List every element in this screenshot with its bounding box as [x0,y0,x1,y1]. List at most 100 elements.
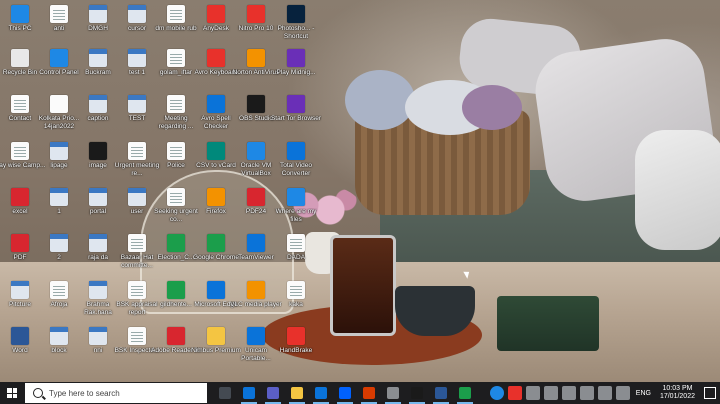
window-icon [89,95,107,113]
desktop-icon[interactable]: Where are my files [270,186,322,234]
window-icon [50,327,68,345]
nitro-icon [247,5,265,23]
document-icon [11,95,29,113]
pdf24-icon [247,188,265,206]
window-icon [89,5,107,23]
edge-icon [207,281,225,299]
document-icon [167,5,185,23]
teams-icon[interactable] [261,382,285,404]
word-icon [11,327,29,345]
obs-icon [247,95,265,113]
screen-sketch-icon[interactable] [381,382,405,404]
spreadsheet-icon [50,95,68,113]
wallpaper-yarn [345,70,415,130]
taskbar-pinned-apps [213,382,477,404]
clock-date: 17/01/2022 [659,393,695,400]
wifi-tray-icon[interactable] [579,386,594,400]
battery-tray-icon[interactable] [543,386,558,400]
tor-icon [287,95,305,113]
window-icon [89,327,107,345]
nimbus-icon [207,327,225,345]
system-tray: ENG 10:03 PM 17/01/2022 [488,382,720,404]
window-icon [89,188,107,206]
notification-center-icon[interactable] [704,387,716,399]
wallpaper-book [497,296,599,351]
file-explorer-icon[interactable] [285,382,309,404]
spreadsheet-icon [167,234,185,252]
document-icon [167,142,185,160]
document-icon [50,5,68,23]
game-icon [287,49,305,67]
desktop-icon[interactable]: DADA [270,232,322,280]
dropbox-icon[interactable] [333,382,357,404]
clock[interactable]: 10:03 PM 17/01/2022 [660,385,695,401]
video-converter-icon [287,142,305,160]
volume-tray-icon[interactable] [597,386,612,400]
window-icon [50,234,68,252]
document-icon [128,142,146,160]
desktop-icon[interactable]: HandBrake [270,325,322,373]
chrome-taskbar-icon[interactable] [453,382,477,404]
obs-taskbar-icon[interactable] [405,382,429,404]
help-tray-icon[interactable] [489,386,504,400]
desktop-icon-label: Where are my files [275,208,317,223]
document-icon [11,142,29,160]
window-icon [50,142,68,160]
wallpaper-yarn [462,85,522,130]
spell-checker-icon [207,95,225,113]
edge-taskbar-icon[interactable] [237,382,261,404]
desktop-icon-label: kaka [289,301,303,308]
desktop-icon[interactable]: Start Tor Browser [270,93,322,141]
document-icon [128,234,146,252]
document-icon [167,49,185,67]
window-icon [128,95,146,113]
window-icon [128,188,146,206]
document-icon [128,327,146,345]
window-icon [89,234,107,252]
document-icon [287,281,305,299]
desktop-icon-label: HandBrake [279,347,313,354]
speaker-tray-icon[interactable] [615,386,630,400]
windows-logo-icon [7,388,17,398]
this-pc-icon [11,5,29,23]
desktop-icon[interactable]: Total Video Converter [270,140,322,188]
desktop-icon-label: Photosho... - Shortcut [277,25,315,40]
adobe-reader-icon [167,327,185,345]
norton-icon [247,49,265,67]
start-button[interactable] [0,382,24,404]
taskbar-search-box[interactable]: Type here to search [25,383,207,403]
office-icon[interactable] [357,382,381,404]
window-icon [11,281,29,299]
virtualbox-icon [247,142,265,160]
unicam-icon [247,327,265,345]
desktop-icon[interactable]: Photosho... - Shortcut [270,3,322,51]
clock-time: 10:03 PM [662,385,693,392]
antivirus-tray-icon[interactable] [507,386,522,400]
photoshop-icon [287,5,305,23]
desktop-icon-label: Total Video Converter [279,162,313,177]
desktop-icon[interactable]: kaka [270,279,322,327]
pdf-icon [11,234,29,252]
window-icon [89,281,107,299]
document-icon [128,281,146,299]
teamviewer-icon [247,234,265,252]
avro-icon [207,49,225,67]
search-icon [33,388,43,398]
microphone-tray-icon[interactable] [561,386,576,400]
taskbar: Type here to search ENG 10:03 PM 17/01/2… [0,382,720,404]
desktop-icon[interactable]: Play Midnig... [270,47,322,95]
window-icon [128,5,146,23]
image-icon [89,142,107,160]
firefox-icon [207,188,225,206]
word-taskbar-icon[interactable] [429,382,453,404]
network-tray-icon[interactable] [525,386,540,400]
search-placeholder: Type here to search [49,388,120,398]
document-icon [167,188,185,206]
task-view-icon[interactable] [213,382,237,404]
chrome-icon [207,234,225,252]
mail-icon[interactable] [309,382,333,404]
control-panel-icon [50,49,68,67]
handbrake-icon [287,327,305,345]
language-indicator[interactable]: ENG [636,390,651,397]
document-icon [167,95,185,113]
